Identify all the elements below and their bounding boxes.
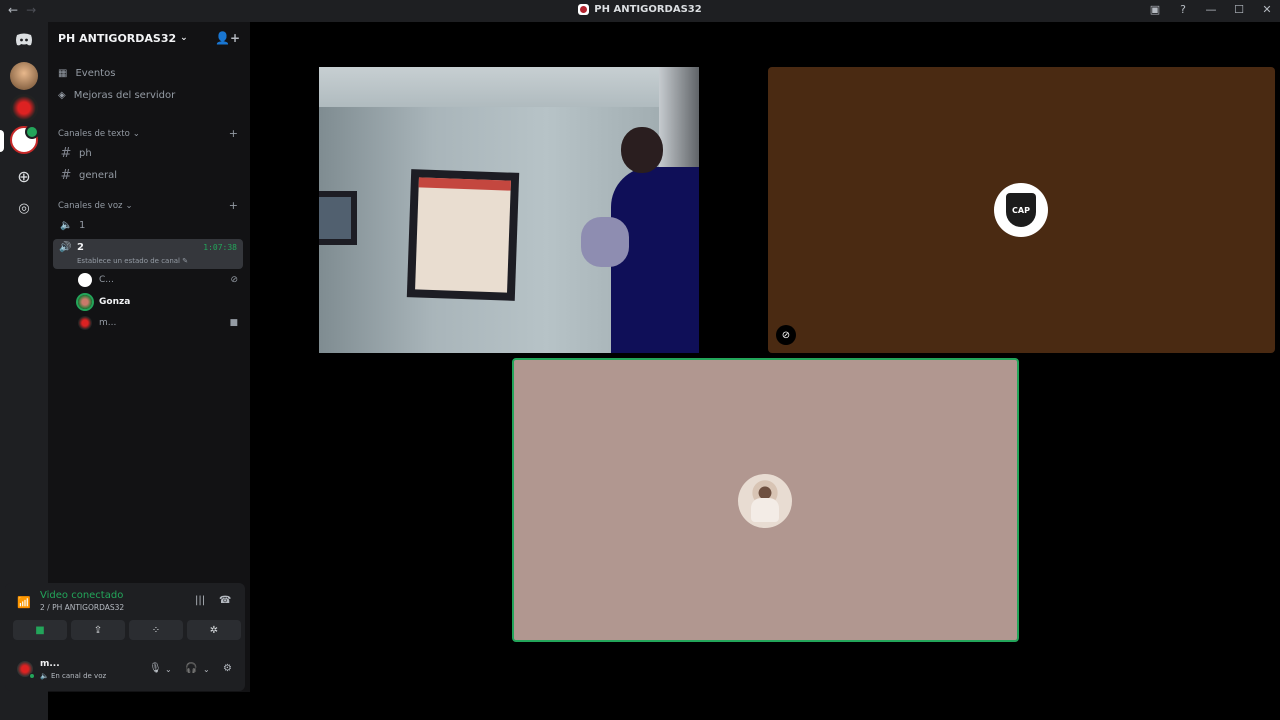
user-status: 🔈 En canal de voz — [40, 672, 107, 680]
noise-suppression-icon[interactable]: ||| — [195, 595, 205, 606]
connection-channel[interactable]: 2 / PH ANTIGORDAS32 — [40, 603, 124, 612]
online-status-dot — [29, 673, 35, 679]
video-icon: ■ — [35, 624, 45, 636]
settings-gear-icon[interactable]: ⚙ — [223, 663, 232, 674]
add-server-icon[interactable]: ⊕ — [10, 162, 38, 190]
category-text[interactable]: Canales de texto ⌄ — [58, 129, 140, 139]
camera-feed-person — [581, 127, 699, 353]
server-name: PH ANTIGORDAS32 — [58, 31, 177, 45]
call-timer: 1:07:38 — [203, 243, 237, 252]
window-title-text: PH ANTIGORDAS32 — [594, 4, 702, 15]
mic-muted-icon: ⊘ — [230, 275, 238, 285]
screen-share-button[interactable]: ⇪ — [71, 620, 125, 640]
menu-item-events[interactable]: ▦ Eventos — [58, 63, 115, 83]
speaker-icon: 🔊 — [59, 242, 72, 253]
window-controls: ▣ ? — ☐ ✕ — [1148, 3, 1274, 16]
channel-label: general — [79, 169, 118, 181]
inbox-icon[interactable]: ▣ — [1148, 3, 1162, 16]
avatar — [78, 316, 92, 330]
discord-home-icon[interactable] — [10, 26, 38, 54]
channel-general[interactable]: # general — [56, 165, 244, 185]
channel-label: 1 — [79, 219, 86, 231]
menu-item-label: Eventos — [75, 67, 116, 79]
minimize-icon[interactable]: — — [1204, 3, 1218, 16]
activities-icon: ⁘ — [151, 624, 161, 636]
selected-server-indicator — [0, 130, 4, 152]
boost-icon: ◈ — [58, 89, 66, 101]
headphones-icon[interactable]: 🎧 — [185, 663, 197, 674]
menu-item-boosts[interactable]: ◈ Mejoras del servidor — [58, 85, 175, 105]
speaker-icon: 🔈 — [60, 219, 73, 231]
invite-icon[interactable]: 👤+ — [215, 31, 240, 45]
explore-icon[interactable]: ◎ — [10, 194, 38, 222]
voice-user-gonza[interactable]: Gonza — [78, 293, 238, 311]
channel-status[interactable]: Establece un estado de canal ✎ — [77, 257, 188, 265]
maximize-icon[interactable]: ☐ — [1232, 3, 1246, 16]
video-icon: ■ — [229, 318, 238, 328]
chevron-down-icon: ⌄ — [180, 33, 188, 43]
soundboard-icon: ✲ — [209, 624, 219, 636]
chevron-down-icon: ⌄ — [125, 201, 133, 211]
channel-label: 2 — [77, 242, 84, 253]
call-action-buttons: ■ ⇪ ⁘ ✲ — [13, 620, 241, 640]
mic-muted-icon: ⊘ — [776, 325, 796, 345]
user-status-text: En canal de voz — [50, 672, 107, 680]
voice-user-name: Gonza — [99, 297, 131, 307]
help-icon[interactable]: ? — [1176, 3, 1190, 16]
voice-user-c[interactable]: C... ⊘ — [78, 271, 238, 289]
activities-button[interactable]: ⁘ — [129, 620, 183, 640]
server-avatar-2[interactable] — [10, 94, 38, 122]
add-channel-icon[interactable]: + — [229, 199, 238, 212]
close-icon[interactable]: ✕ — [1260, 3, 1274, 16]
chevron-down-icon[interactable]: ⌄ — [203, 665, 210, 674]
server-header[interactable]: PH ANTIGORDAS32 ⌄ 👤+ — [48, 22, 250, 54]
voice-user-name: m... — [99, 318, 117, 328]
hash-icon: # — [60, 167, 72, 183]
video-tile-cap[interactable]: CAP ⊘ — [768, 67, 1275, 353]
server-avatar-current[interactable] — [10, 125, 39, 154]
hash-icon: # — [60, 145, 72, 161]
category-label: Canales de voz — [58, 201, 123, 211]
category-voice[interactable]: Canales de voz ⌄ — [58, 201, 133, 211]
server-mini-icon — [578, 4, 590, 15]
camera-feed-framed-jersey — [406, 169, 520, 301]
video-tile-camera[interactable] — [319, 67, 699, 353]
avatar — [78, 295, 92, 309]
channel-ph[interactable]: # ph — [56, 143, 244, 163]
avatar — [78, 273, 92, 287]
user-panel: m... 🔈 En canal de voz 🎙 ⌄ 🎧 ⌄ ⚙ — [15, 657, 239, 685]
cap-shield-icon: CAP — [1006, 193, 1036, 227]
voice-user-name: C... — [99, 275, 114, 285]
channel-label: ph — [79, 147, 92, 159]
chevron-down-icon[interactable]: ⌄ — [165, 665, 172, 674]
signal-icon[interactable]: 📶 — [17, 596, 31, 609]
add-channel-icon[interactable]: + — [229, 127, 238, 140]
voice-channel-1[interactable]: 🔈 1 — [56, 215, 244, 235]
category-label: Canales de texto — [58, 129, 130, 139]
screen-share-icon: ⇪ — [93, 624, 103, 636]
microphone-icon[interactable]: 🎙 — [149, 663, 162, 674]
user-name[interactable]: m... — [40, 659, 60, 669]
voice-connection-panel: 📶 Video conectado 2 / PH ANTIGORDAS32 ||… — [5, 583, 245, 691]
calendar-icon: ▦ — [58, 67, 68, 79]
window-title: PH ANTIGORDAS32 — [0, 4, 1280, 15]
channel-status-text: Establece un estado de canal — [77, 257, 181, 265]
server-avatar-1[interactable] — [10, 62, 38, 90]
user-avatar — [738, 474, 792, 528]
soundboard-button[interactable]: ✲ — [187, 620, 241, 640]
camera-feed-ceiling — [319, 67, 699, 107]
connection-status[interactable]: Video conectado — [40, 590, 123, 601]
menu-item-label: Mejoras del servidor — [73, 89, 176, 101]
disconnect-icon[interactable]: ☎ — [219, 595, 231, 606]
video-tile-speaking[interactable] — [512, 358, 1019, 642]
chevron-down-icon: ⌄ — [132, 129, 140, 139]
voice-channel-2[interactable]: 🔊 2 1:07:38 Establece un estado de canal… — [53, 239, 243, 269]
cap-logo-avatar: CAP — [994, 183, 1048, 237]
pencil-icon: ✎ — [182, 257, 189, 265]
camera-feed-picture — [319, 191, 357, 245]
camera-button[interactable]: ■ — [13, 620, 67, 640]
voice-user-m[interactable]: m... ■ — [78, 314, 238, 332]
title-bar: ← → PH ANTIGORDAS32 ▣ ? — ☐ ✕ — [0, 0, 1280, 22]
